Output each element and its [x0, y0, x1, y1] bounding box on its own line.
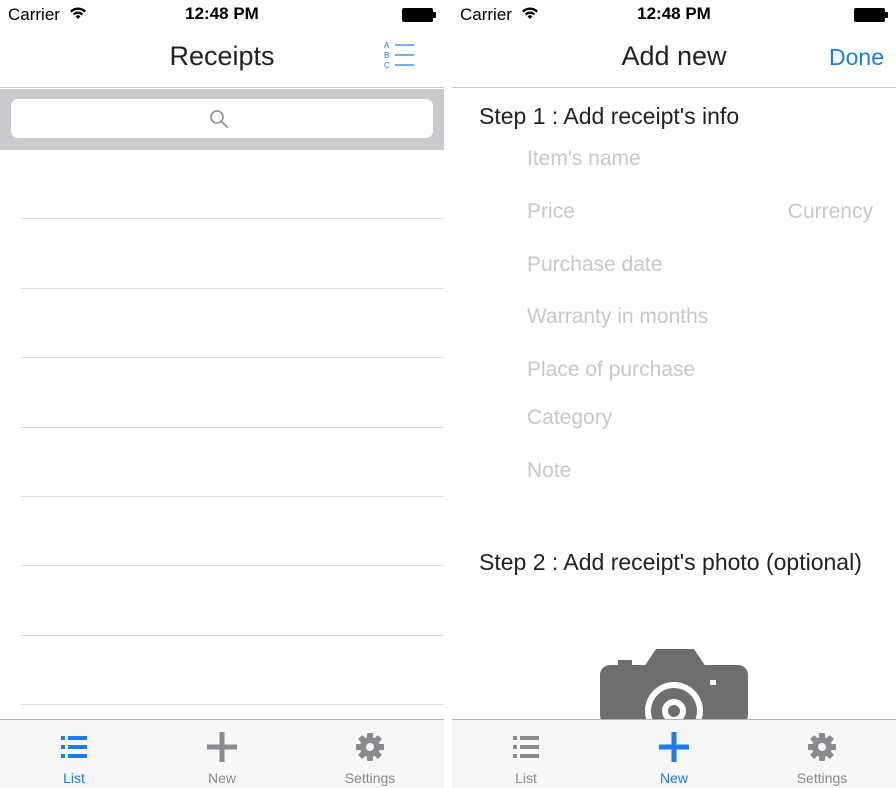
svg-text:A: A — [384, 41, 390, 50]
list-row-separator — [21, 565, 444, 566]
purchase-date-field[interactable]: Purchase date — [527, 253, 662, 277]
price-field[interactable]: Price — [527, 200, 575, 224]
gear-icon — [808, 733, 836, 761]
navigation-bar: Receipts A B C — [0, 30, 444, 88]
list-icon — [61, 736, 87, 758]
list-row-separator — [21, 704, 444, 705]
list-row-separator — [21, 635, 444, 636]
svg-text:C: C — [384, 61, 390, 70]
add-new-screen: Carrier 12:48 PM Add new Done Step 1 : A… — [452, 0, 896, 788]
plus-icon — [659, 732, 689, 762]
search-input[interactable] — [11, 99, 433, 138]
note-field[interactable]: Note — [527, 459, 571, 483]
list-row-separator — [21, 427, 444, 428]
tab-label: New — [207, 770, 236, 786]
battery-icon — [854, 8, 888, 22]
sort-alphabetical-icon[interactable]: A B C — [383, 40, 417, 72]
list-row-separator — [21, 496, 444, 497]
tab-settings[interactable]: Settings — [296, 720, 444, 788]
camera-icon[interactable] — [600, 647, 750, 720]
search-bar — [0, 89, 444, 150]
plus-icon — [207, 732, 237, 762]
currency-field[interactable]: Currency — [788, 200, 873, 224]
tab-label: Settings — [796, 770, 848, 786]
tab-new[interactable]: New — [600, 720, 748, 788]
warranty-field[interactable]: Warranty in months — [527, 305, 708, 329]
receipt-list[interactable] — [0, 150, 444, 720]
done-button[interactable]: Done — [829, 44, 884, 71]
category-field[interactable]: Category — [527, 406, 612, 430]
search-icon — [210, 110, 228, 128]
tab-label: List — [515, 770, 537, 786]
status-bar: Carrier 12:48 PM — [452, 0, 896, 30]
tab-label: List — [63, 770, 85, 786]
tab-new[interactable]: New — [148, 720, 296, 788]
tab-bar: List New Settings — [452, 719, 896, 788]
battery-icon — [402, 8, 436, 22]
step2-heading: Step 2 : Add receipt's photo (optional) — [479, 549, 862, 575]
list-row-separator — [21, 357, 444, 358]
list-row-separator — [21, 218, 444, 219]
tab-bar: List New Settings — [0, 719, 444, 788]
status-time: 12:48 PM — [637, 4, 711, 23]
tab-list[interactable]: List — [452, 720, 600, 788]
receipts-screen: Carrier 12:48 PM Receipts A B C List New… — [0, 0, 444, 788]
tab-label: Settings — [344, 770, 396, 786]
navigation-bar: Add new Done — [452, 30, 896, 88]
status-bar: Carrier 12:48 PM — [0, 0, 444, 30]
list-icon — [513, 736, 539, 758]
page-title: Receipts — [169, 41, 275, 71]
gear-icon — [356, 733, 384, 761]
screen-divider — [444, 0, 452, 788]
list-row-separator — [21, 288, 444, 289]
status-time: 12:48 PM — [185, 4, 259, 23]
tab-label: New — [659, 770, 688, 786]
item-name-field[interactable]: Item's name — [527, 147, 641, 171]
svg-text:B: B — [384, 51, 389, 60]
tab-settings[interactable]: Settings — [748, 720, 896, 788]
tab-list[interactable]: List — [0, 720, 148, 788]
step1-heading: Step 1 : Add receipt's info — [479, 103, 740, 129]
place-of-purchase-field[interactable]: Place of purchase — [527, 358, 695, 382]
